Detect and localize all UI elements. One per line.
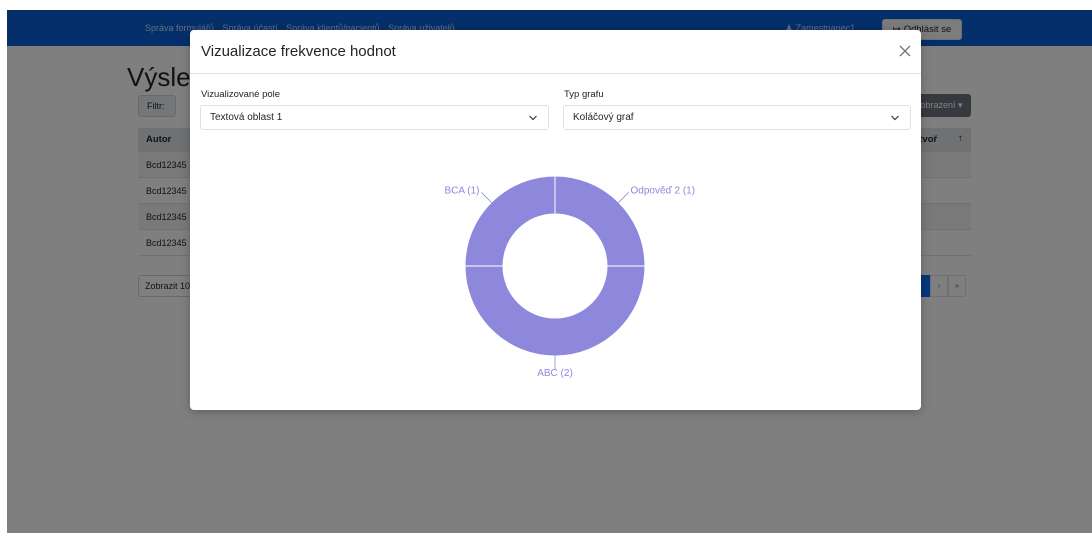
field-select-value: Textová oblast 1 <box>210 112 283 123</box>
chart-type-label: Typ grafu <box>564 89 604 100</box>
chart-type-select[interactable]: Koláčový graf <box>563 105 911 130</box>
slice-leader-line <box>616 192 629 205</box>
chevron-down-icon <box>891 115 899 121</box>
donut-chart: Odpověď 2 (1) ABC (2) BCA (1) <box>444 175 696 379</box>
modal-title: Vizualizace frekvence hodnot <box>201 43 396 60</box>
field-select[interactable]: Textová oblast 1 <box>200 105 549 130</box>
slice-label: Odpověď 2 (1) <box>631 185 696 196</box>
slice-label: BCA (1) <box>444 185 479 196</box>
field-select-label: Vizualizované pole <box>201 89 281 100</box>
visualization-modal: Vizualizace frekvence hodnot Vizualizova… <box>190 30 921 410</box>
pie-slice[interactable] <box>464 265 646 357</box>
close-button[interactable] <box>895 41 915 61</box>
chart-type-value: Koláčový graf <box>573 112 634 123</box>
slice-label: ABC (2) <box>537 368 573 379</box>
slice-leader-line <box>481 192 494 205</box>
close-icon <box>899 45 911 57</box>
modal-header: Vizualizace frekvence hodnot <box>190 30 921 74</box>
chevron-down-icon <box>529 115 537 121</box>
